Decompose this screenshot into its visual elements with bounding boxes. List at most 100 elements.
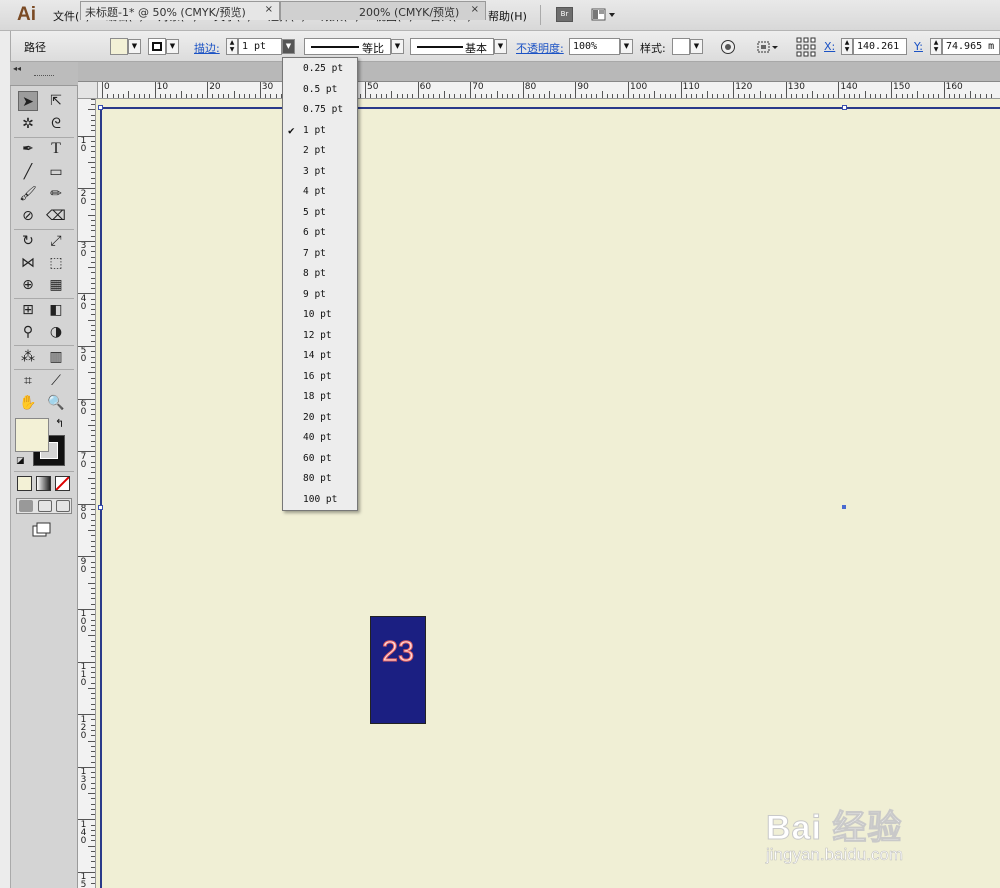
stroke-weight-option[interactable]: 4 pt <box>283 182 357 202</box>
zoom-tool-icon[interactable]: 🔍 <box>46 393 66 413</box>
perspective-grid-tool-icon[interactable]: ▦ <box>46 275 66 295</box>
graphic-style-swatch[interactable] <box>672 38 690 55</box>
x-input[interactable]: 140.261 <box>853 38 907 55</box>
stroke-weight-option[interactable]: ✔ 1 pt <box>283 121 357 141</box>
tab-document-2[interactable]: 200% (CMYK/预览) × <box>280 1 486 20</box>
stroke-weight-option[interactable]: 0.75 pt <box>283 100 357 120</box>
stroke-weight-option[interactable]: 16 pt <box>283 367 357 387</box>
stroke-weight-option[interactable]: 100 pt <box>283 490 357 510</box>
brush-definition[interactable]: 基本 <box>410 38 494 55</box>
menu-help[interactable]: 帮助(H) <box>488 8 527 24</box>
tab-close-icon[interactable]: × <box>471 4 479 15</box>
stroke-weight-option[interactable]: 6 pt <box>283 223 357 243</box>
bounding-handle-middle-left[interactable] <box>98 505 103 510</box>
reference-point-icon[interactable] <box>796 37 816 57</box>
stroke-weight-option[interactable]: 18 pt <box>283 387 357 407</box>
free-transform-tool-icon[interactable]: ⬚ <box>46 253 66 273</box>
bridge-button[interactable]: Br <box>556 7 573 22</box>
swap-colors-icon[interactable]: ↰ <box>55 417 64 430</box>
eraser-tool-icon[interactable]: ⌫ <box>46 206 66 226</box>
stroke-weight-option[interactable]: 5 pt <box>283 203 357 223</box>
lasso-tool-icon[interactable]: ᘓ <box>46 114 66 134</box>
magic-wand-tool-icon[interactable]: ✲ <box>18 114 38 134</box>
stroke-weight-option[interactable]: 0.5 pt <box>283 80 357 100</box>
stroke-weight-option[interactable]: 8 pt <box>283 264 357 284</box>
stroke-weight-option[interactable]: 2 pt <box>283 141 357 161</box>
canvas[interactable] <box>96 99 1000 888</box>
tools-panel-header[interactable]: ◂◂ <box>10 62 78 86</box>
pencil-tool-icon[interactable]: ✏ <box>46 184 66 204</box>
opacity-dropdown[interactable]: ▼ <box>620 39 633 54</box>
stroke-weight-spinner[interactable]: ▲ ▼ <box>226 38 238 55</box>
stroke-weight-option[interactable]: 9 pt <box>283 285 357 305</box>
artboard-tool-icon[interactable]: ⌗ <box>18 371 38 391</box>
blob-brush-tool-icon[interactable]: ⊘ <box>18 206 38 226</box>
default-colors-icon[interactable]: ◪ <box>16 456 25 466</box>
stroke-weight-option[interactable]: 20 pt <box>283 408 357 428</box>
fill-swatch[interactable] <box>110 38 128 55</box>
bounding-handle-top-middle[interactable] <box>842 105 847 110</box>
stroke-weight-option[interactable]: 7 pt <box>283 244 357 264</box>
eyedropper-tool-icon[interactable]: ⚲ <box>18 322 38 342</box>
direct-selection-tool-icon[interactable]: ⇱ <box>46 91 66 111</box>
stroke-weight-option[interactable]: 40 pt <box>283 428 357 448</box>
variable-width-profile[interactable]: 等比 <box>304 38 391 55</box>
vertical-ruler[interactable]: 1 0 2 0 3 0 4 0 5 0 6 0 7 0 8 0 9 0 1 0 0 1 1 0 1 2… <box>78 99 96 888</box>
fill-dropdown[interactable]: ▼ <box>128 39 141 54</box>
opacity-input[interactable]: 100% <box>569 38 620 55</box>
fill-color-front[interactable] <box>15 418 49 452</box>
align-options-icon[interactable] <box>756 39 782 55</box>
hand-tool-icon[interactable]: ✋ <box>18 393 38 413</box>
column-graph-tool-icon[interactable]: ▥ <box>46 347 66 367</box>
workspace-switcher[interactable] <box>591 8 617 22</box>
graphic-style-dropdown[interactable]: ▼ <box>690 39 703 54</box>
scale-tool-icon[interactable]: ⤢ <box>46 231 66 251</box>
rectangle-tool-icon[interactable]: ▭ <box>46 162 66 182</box>
y-label[interactable]: Y: <box>914 40 923 53</box>
tab-close-icon[interactable]: × <box>265 4 273 15</box>
stroke-weight-option[interactable]: 80 pt <box>283 469 357 489</box>
mesh-tool-icon[interactable]: ⊞ <box>18 300 38 320</box>
y-spinner[interactable]: ▲ ▼ <box>930 38 942 55</box>
stroke-weight-option[interactable]: 10 pt <box>283 305 357 325</box>
screen-mode-icon[interactable] <box>32 522 52 538</box>
stroke-weight-option[interactable]: 14 pt <box>283 346 357 366</box>
line-segment-tool-icon[interactable]: ╱ <box>18 162 38 182</box>
collapse-panel-icon[interactable]: ◂◂ <box>13 64 21 73</box>
stroke-weight-option[interactable]: 60 pt <box>283 449 357 469</box>
paintbrush-tool-icon[interactable]: 🖌 <box>18 184 38 204</box>
width-tool-icon[interactable]: ⋈ <box>18 253 38 273</box>
brush-dropdown[interactable]: ▼ <box>494 39 507 54</box>
recolor-artwork-icon[interactable] <box>720 39 736 55</box>
pen-tool-icon[interactable]: ✒ <box>18 139 38 159</box>
rotate-tool-icon[interactable]: ↻ <box>18 231 38 251</box>
blend-tool-icon[interactable]: ◑ <box>46 322 66 342</box>
rectangle-number-text[interactable]: 23 <box>370 636 426 669</box>
bounding-handle-top-left[interactable] <box>98 105 103 110</box>
profile-dropdown[interactable]: ▼ <box>391 39 404 54</box>
stroke-weight-dropdown[interactable]: ▼ <box>282 39 295 54</box>
none-mode-icon[interactable] <box>55 476 70 491</box>
x-label[interactable]: X: <box>824 40 835 53</box>
gradient-mode-icon[interactable] <box>36 476 51 491</box>
horizontal-ruler[interactable]: 0102030405060708090100110120130140150160 <box>98 82 1000 99</box>
draw-inside-icon[interactable] <box>56 500 70 512</box>
draw-normal-icon[interactable] <box>19 500 33 512</box>
x-spinner[interactable]: ▲ ▼ <box>841 38 853 55</box>
selection-tool-icon[interactable]: ➤ <box>18 91 38 111</box>
ruler-origin[interactable] <box>78 82 98 99</box>
stroke-weight-input[interactable]: 1 pt <box>238 38 282 55</box>
stroke-swatch-dropdown[interactable]: ▼ <box>166 39 179 54</box>
stroke-panel-link[interactable]: 描边: <box>194 40 220 56</box>
center-point[interactable] <box>842 505 846 509</box>
stroke-swatch[interactable] <box>148 38 166 55</box>
draw-behind-icon[interactable] <box>38 500 52 512</box>
slice-tool-icon[interactable]: ⟋ <box>46 371 66 391</box>
stroke-weight-option[interactable]: 3 pt <box>283 162 357 182</box>
type-tool-icon[interactable]: T <box>46 139 66 159</box>
shape-builder-tool-icon[interactable]: ⊕ <box>18 275 38 295</box>
color-mode-icon[interactable] <box>17 476 32 491</box>
opacity-link[interactable]: 不透明度: <box>516 40 564 56</box>
stroke-weight-option[interactable]: 12 pt <box>283 326 357 346</box>
gradient-tool-icon[interactable]: ◧ <box>46 300 66 320</box>
